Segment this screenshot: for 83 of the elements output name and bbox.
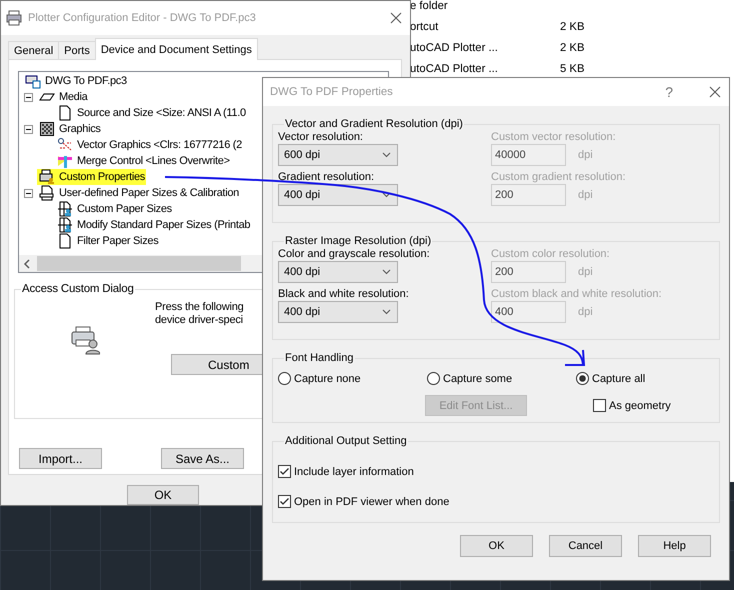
group-title: Access Custom Dialog xyxy=(21,283,135,295)
unit-label: dpi xyxy=(578,189,593,201)
file-name[interactable]: ortcut xyxy=(410,20,560,32)
checkbox[interactable] xyxy=(593,399,606,412)
paper-user-icon xyxy=(57,201,73,217)
checkbox-label: As geometry xyxy=(609,400,671,412)
scroll-left-icon[interactable] xyxy=(23,258,31,268)
resolution-dropdown[interactable]: 400 dpi xyxy=(278,301,398,323)
dialog-button[interactable]: OK xyxy=(460,535,533,557)
tree-item[interactable]: Custom Paper Sizes xyxy=(76,203,173,215)
ok-button[interactable]: OK xyxy=(127,485,199,505)
unit-label: dpi xyxy=(578,266,593,278)
field-label: Color and grayscale resolution: xyxy=(278,247,431,261)
field-label: Custom color resolution: xyxy=(491,247,611,261)
unit-label: dpi xyxy=(578,306,593,318)
file-size: 2 KB xyxy=(560,42,584,54)
collapse-toggle-icon[interactable] xyxy=(24,92,32,102)
field-label: Gradient resolution: xyxy=(278,170,375,184)
option-label: Capture some xyxy=(443,372,512,384)
field-label: Black and white resolution: xyxy=(278,287,410,301)
checkbox-label: Open in PDF viewer when done xyxy=(294,496,450,508)
group-title: Additional Output Setting xyxy=(284,435,408,447)
plotter-icon xyxy=(25,73,41,89)
dialog-button[interactable]: Help xyxy=(638,535,711,557)
field-label: Custom vector resolution: xyxy=(491,130,617,144)
group-title: Vector and Gradient Resolution (dpi) xyxy=(284,118,464,130)
unit-label: dpi xyxy=(578,149,593,161)
group-title: Raster Image Resolution (dpi) xyxy=(284,235,432,247)
close-icon[interactable] xyxy=(390,12,402,24)
chevron-icon xyxy=(382,152,391,158)
field-label: Custom black and white resolution: xyxy=(491,287,663,301)
printer-user-icon xyxy=(70,325,100,355)
tree-item[interactable]: DWG To PDF.pc3 xyxy=(44,75,128,87)
tree-item[interactable]: Merge Control <Lines Overwrite> xyxy=(76,155,231,167)
tab[interactable]: Device and Document Settings xyxy=(94,38,258,60)
checkbox[interactable] xyxy=(278,465,291,478)
collapse-toggle-icon[interactable] xyxy=(24,124,32,134)
file-size: 2 KB xyxy=(560,20,584,32)
collapse-toggle-icon[interactable] xyxy=(24,188,32,198)
checkered-icon xyxy=(39,121,55,137)
scroll-thumb[interactable] xyxy=(37,256,241,271)
option-label: Capture all xyxy=(592,372,646,384)
checkbox[interactable] xyxy=(278,495,291,508)
panel-button[interactable]: Save As... xyxy=(161,448,244,469)
checkbox-label: Include layer information xyxy=(294,466,414,478)
document-icon xyxy=(39,185,55,201)
panel-button[interactable]: Import... xyxy=(19,448,102,469)
resolution-dropdown[interactable]: 600 dpi xyxy=(278,144,398,166)
printer-icon xyxy=(39,169,55,185)
vector-icon xyxy=(57,137,73,153)
file-name[interactable]: utoCAD Plotter ... xyxy=(410,42,560,54)
resolution-dropdown[interactable]: 400 dpi xyxy=(278,261,398,283)
radio-button[interactable] xyxy=(427,372,440,385)
option-label: Capture none xyxy=(294,372,361,384)
chevron-icon xyxy=(382,192,391,198)
tree-item[interactable]: Vector Graphics <Clrs: 16777216 (2 xyxy=(76,139,243,151)
merge-icon xyxy=(57,153,73,169)
close-icon[interactable] xyxy=(709,86,721,98)
radio-button[interactable] xyxy=(576,372,589,385)
tree-item[interactable]: User-defined Paper Sizes & Calibration xyxy=(58,187,240,199)
field-label: Custom gradient resolution: xyxy=(491,170,627,184)
tab[interactable]: General xyxy=(8,41,60,59)
sheet-icon xyxy=(57,105,73,121)
file-name[interactable]: utoCAD Plotter ... xyxy=(410,62,560,74)
instruction-text: device driver-speci xyxy=(155,314,244,327)
tree-item[interactable]: Source and Size <Size: ANSI A (11.0 xyxy=(76,107,247,119)
dialog-title: DWG To PDF Properties xyxy=(270,86,394,98)
resolution-dropdown[interactable]: 400 dpi xyxy=(278,184,398,206)
tree-item[interactable]: Filter Paper Sizes xyxy=(76,235,160,247)
window-title: Plotter Configuration Editor - DWG To PDF.pc3 xyxy=(28,12,257,24)
tree-item[interactable]: Graphics xyxy=(58,123,102,135)
printer-icon xyxy=(6,10,22,26)
dialog-button[interactable]: Cancel xyxy=(549,535,622,557)
sheet-icon xyxy=(57,233,73,249)
help-button[interactable]: ? xyxy=(665,84,673,100)
radio-button[interactable] xyxy=(278,372,291,385)
chevron-icon xyxy=(382,309,391,315)
field-label: Vector resolution: xyxy=(278,130,364,144)
tree-item[interactable]: Media xyxy=(58,91,88,103)
file-size: 5 KB xyxy=(560,62,584,74)
tree-item[interactable]: Modify Standard Paper Sizes (Printab xyxy=(76,219,252,231)
paper-user-icon xyxy=(57,217,73,233)
chevron-icon xyxy=(382,269,391,275)
